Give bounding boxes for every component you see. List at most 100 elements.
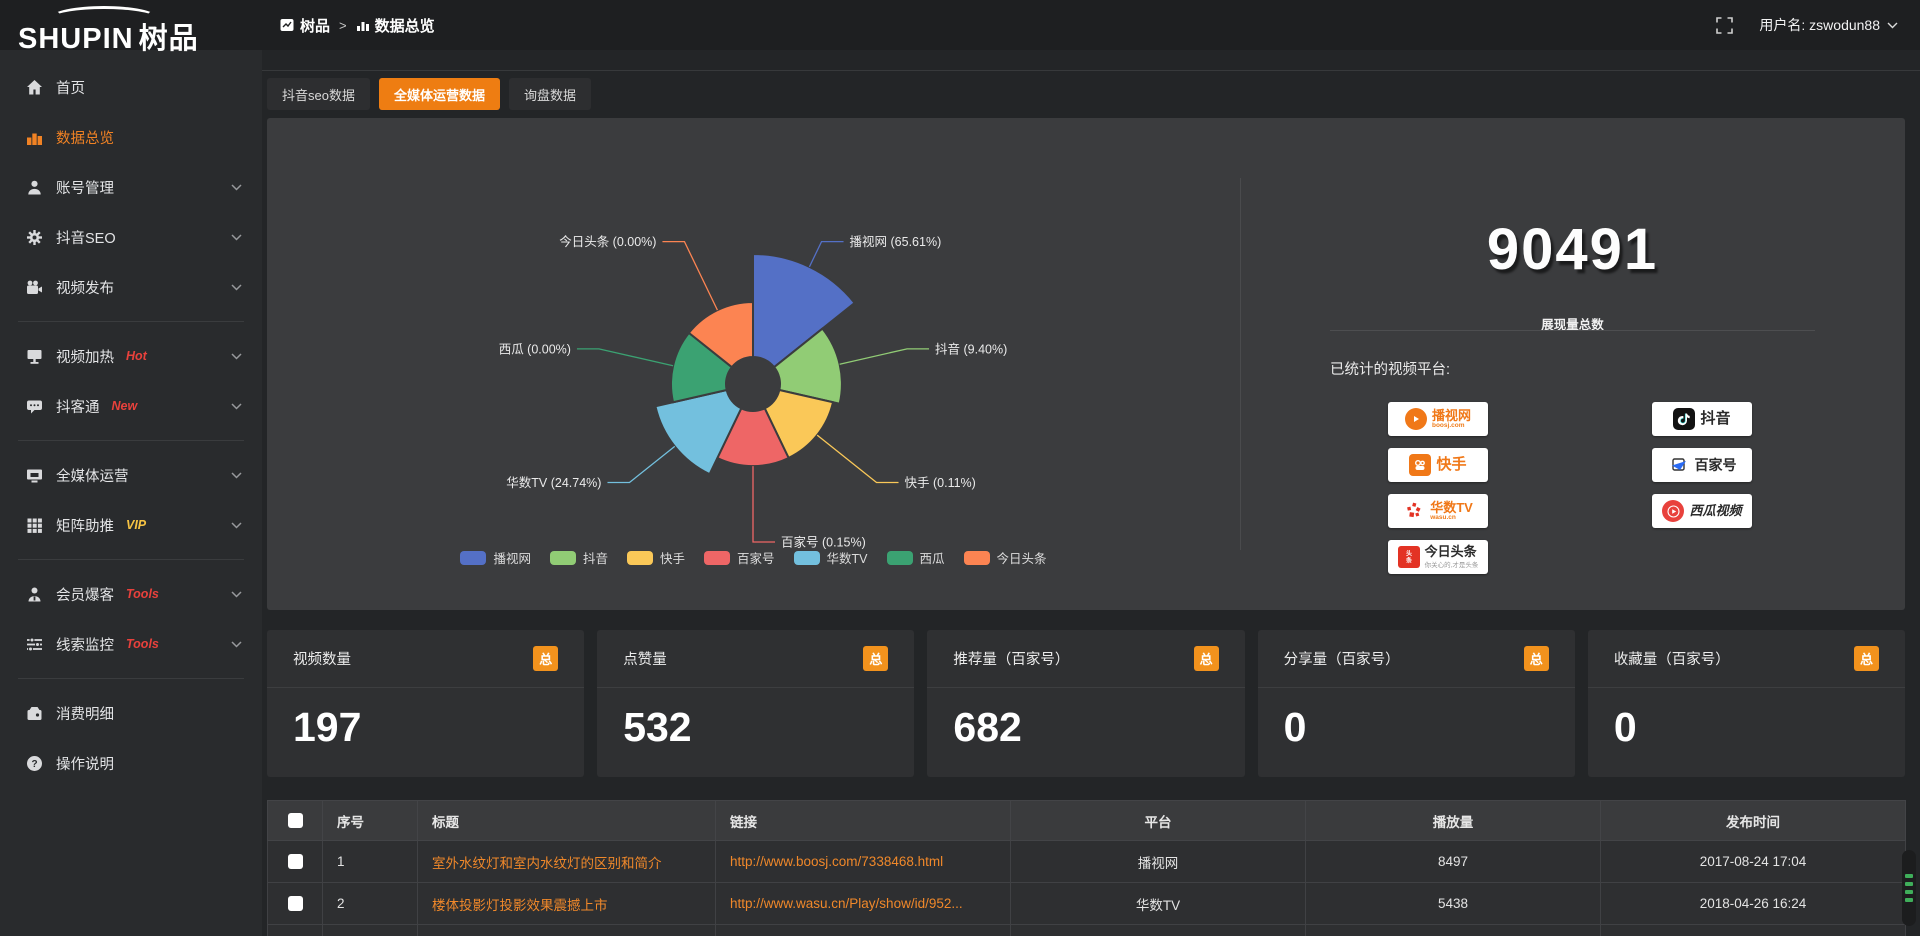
rose-chart: 播视网 (65.61%)抖音 (9.40%)快手 (0.11%)百家号 (0.1… xyxy=(267,118,1240,563)
stat-card-value: 682 xyxy=(927,688,1244,751)
platform-logo-boosj[interactable]: 播视网boosj.com xyxy=(1388,402,1488,436)
legend-swatch xyxy=(887,551,913,565)
breadcrumb-page[interactable]: 数据总览 xyxy=(356,15,435,36)
svg-text:条: 条 xyxy=(1405,557,1413,565)
pie-label: 快手 (0.11%) xyxy=(905,476,976,490)
cell-title[interactable]: 楼体投影灯投影效果震撼上市 xyxy=(418,883,716,925)
table-header-row: 序号 标题 链接 平台 播放量 发布时间 xyxy=(268,801,1906,841)
legend-item[interactable]: 华数TV xyxy=(794,548,868,567)
sidebar-item-help[interactable]: ? 操作说明 xyxy=(0,738,262,788)
svg-text:头: 头 xyxy=(1406,550,1412,558)
row-checkbox[interactable] xyxy=(288,854,303,869)
video-camera-icon xyxy=(25,278,43,296)
home-icon xyxy=(25,78,43,96)
question-icon: ? xyxy=(25,754,43,772)
hot-badge: Hot xyxy=(126,349,147,363)
sidebar-item-omnimedia[interactable]: 全媒体运营 xyxy=(0,450,262,500)
sidebar-item-label: 线索监控 xyxy=(56,634,114,655)
chevron-down-icon xyxy=(231,353,242,360)
sidebar-item-member-leads[interactable]: 会员爆客 Tools xyxy=(0,569,262,619)
legend-item[interactable]: 西瓜 xyxy=(887,548,945,567)
bar-chart-icon xyxy=(356,18,370,32)
chevron-down-icon xyxy=(1887,22,1898,29)
stat-card-value: 532 xyxy=(597,688,914,751)
chevron-down-icon xyxy=(231,403,242,410)
person-icon xyxy=(25,585,43,603)
legend-label: 快手 xyxy=(660,548,685,567)
tab-omnimedia-data[interactable]: 全媒体运营数据 xyxy=(379,78,500,110)
total-badge[interactable]: 总 xyxy=(1854,646,1879,671)
sidebar-divider xyxy=(18,321,244,322)
platform-logo-xigua[interactable]: 西瓜视频 xyxy=(1652,494,1752,528)
cell-link[interactable]: http://www.wasu.cn/Play/show/id/952... xyxy=(716,883,1011,925)
sidebar-item-douyin-seo[interactable]: 抖音SEO xyxy=(0,212,262,262)
user-menu[interactable]: 用户名: zswodun88 xyxy=(1759,15,1898,35)
sidebar-item-home[interactable]: 首页 xyxy=(0,62,262,112)
tab-douyin-seo-data[interactable]: 抖音seo数据 xyxy=(267,78,370,110)
total-badge[interactable]: 总 xyxy=(533,646,558,671)
sidebar-item-label: 抖客通 xyxy=(56,396,100,417)
platform-logo-baijiahao[interactable]: 百家号 xyxy=(1652,448,1752,482)
legend-swatch xyxy=(794,551,820,565)
sidebar-item-video-publish[interactable]: 视频发布 xyxy=(0,262,262,312)
row-checkbox[interactable] xyxy=(288,896,303,911)
wallet-icon xyxy=(25,704,43,722)
sidebar-item-spend-details[interactable]: 消费明细 xyxy=(0,688,262,738)
stat-card-recommends: 推荐量（百家号）总 682 xyxy=(927,630,1244,777)
videos-table: 序号 标题 链接 平台 播放量 发布时间 1 室外水纹灯和室内水纹灯的区别和简介… xyxy=(267,800,1905,936)
app-logo[interactable]: SHUPIN树品 xyxy=(18,6,248,50)
col-header-title: 标题 xyxy=(418,801,716,841)
pie-label: 今日头条 (0.00%) xyxy=(559,234,656,249)
chat-icon xyxy=(25,397,43,415)
platform-logo-toutiao[interactable]: 头条 今日头条你关心的,才是头条 xyxy=(1388,540,1488,574)
sidebar-item-data-overview[interactable]: 数据总览 xyxy=(0,112,262,162)
picture-icon xyxy=(280,18,295,32)
legend-swatch xyxy=(627,551,653,565)
sidebar-item-accounts[interactable]: 账号管理 xyxy=(0,162,262,212)
cell-link[interactable]: http://www.boosj.com/7338468.html xyxy=(716,841,1011,883)
col-header-views: 播放量 xyxy=(1306,801,1601,841)
platform-logo-kuaishou[interactable]: 快手 xyxy=(1388,448,1488,482)
pie-label: 西瓜 (0.00%) xyxy=(499,342,571,356)
legend-label: 今日头条 xyxy=(997,548,1047,567)
sidebar-item-video-heat[interactable]: 视频加热 Hot xyxy=(0,331,262,381)
scroll-widget[interactable] xyxy=(1902,850,1916,926)
legend-item[interactable]: 今日头条 xyxy=(964,548,1047,567)
total-badge[interactable]: 总 xyxy=(1194,646,1219,671)
gear-icon xyxy=(25,228,43,246)
stat-card-value: 197 xyxy=(267,688,584,751)
sidebar-item-doketong[interactable]: 抖客通 New xyxy=(0,381,262,431)
fullscreen-icon[interactable] xyxy=(1716,17,1733,34)
chevron-down-icon xyxy=(231,234,242,241)
stat-card-title: 点赞量 xyxy=(623,648,667,669)
total-badge[interactable]: 总 xyxy=(863,646,888,671)
cell-title[interactable]: 室外水纹灯和室内水纹灯的区别和简介 xyxy=(418,841,716,883)
legend-swatch xyxy=(460,551,486,565)
sidebar: 首页 数据总览 账号管理 抖音SEO 视频发布 视频加热 Hot xyxy=(0,50,262,936)
cell-no: 2 xyxy=(323,883,418,925)
sidebar-item-clue-monitor[interactable]: 线索监控 Tools xyxy=(0,619,262,669)
sidebar-item-label: 矩阵助推 xyxy=(56,515,114,536)
sidebar-divider xyxy=(18,559,244,560)
top-bar: SHUPIN树品 树品 > 数据总览 用户名: zswodun88 xyxy=(0,0,1920,50)
boosj-icon xyxy=(1405,408,1427,430)
platform-logo-douyin[interactable]: 抖音 xyxy=(1652,402,1752,436)
sidebar-item-matrix-boost[interactable]: 矩阵助推 VIP xyxy=(0,500,262,550)
kuaishou-icon xyxy=(1409,454,1431,476)
breadcrumb-app[interactable]: 树品 xyxy=(280,15,330,36)
cell-platform: 播视网 xyxy=(1011,841,1306,883)
legend-item[interactable]: 百家号 xyxy=(704,548,775,567)
legend-item[interactable]: 播视网 xyxy=(460,548,531,567)
grid-icon xyxy=(25,516,43,534)
total-badge[interactable]: 总 xyxy=(1524,646,1549,671)
cell-platform: 华数TV xyxy=(1011,883,1306,925)
legend-item[interactable]: 抖音 xyxy=(550,548,608,567)
platform-logo-wasu[interactable]: 华数TVwasu.cn xyxy=(1388,494,1488,528)
select-all-checkbox[interactable] xyxy=(288,813,303,828)
tab-inquiry-data[interactable]: 询盘数据 xyxy=(509,78,591,110)
pie-label-line xyxy=(817,435,898,482)
svg-text:?: ? xyxy=(31,759,37,770)
pie-label-line xyxy=(809,242,843,267)
legend-item[interactable]: 快手 xyxy=(627,548,685,567)
pie-label: 华数TV (24.74%) xyxy=(506,475,601,490)
